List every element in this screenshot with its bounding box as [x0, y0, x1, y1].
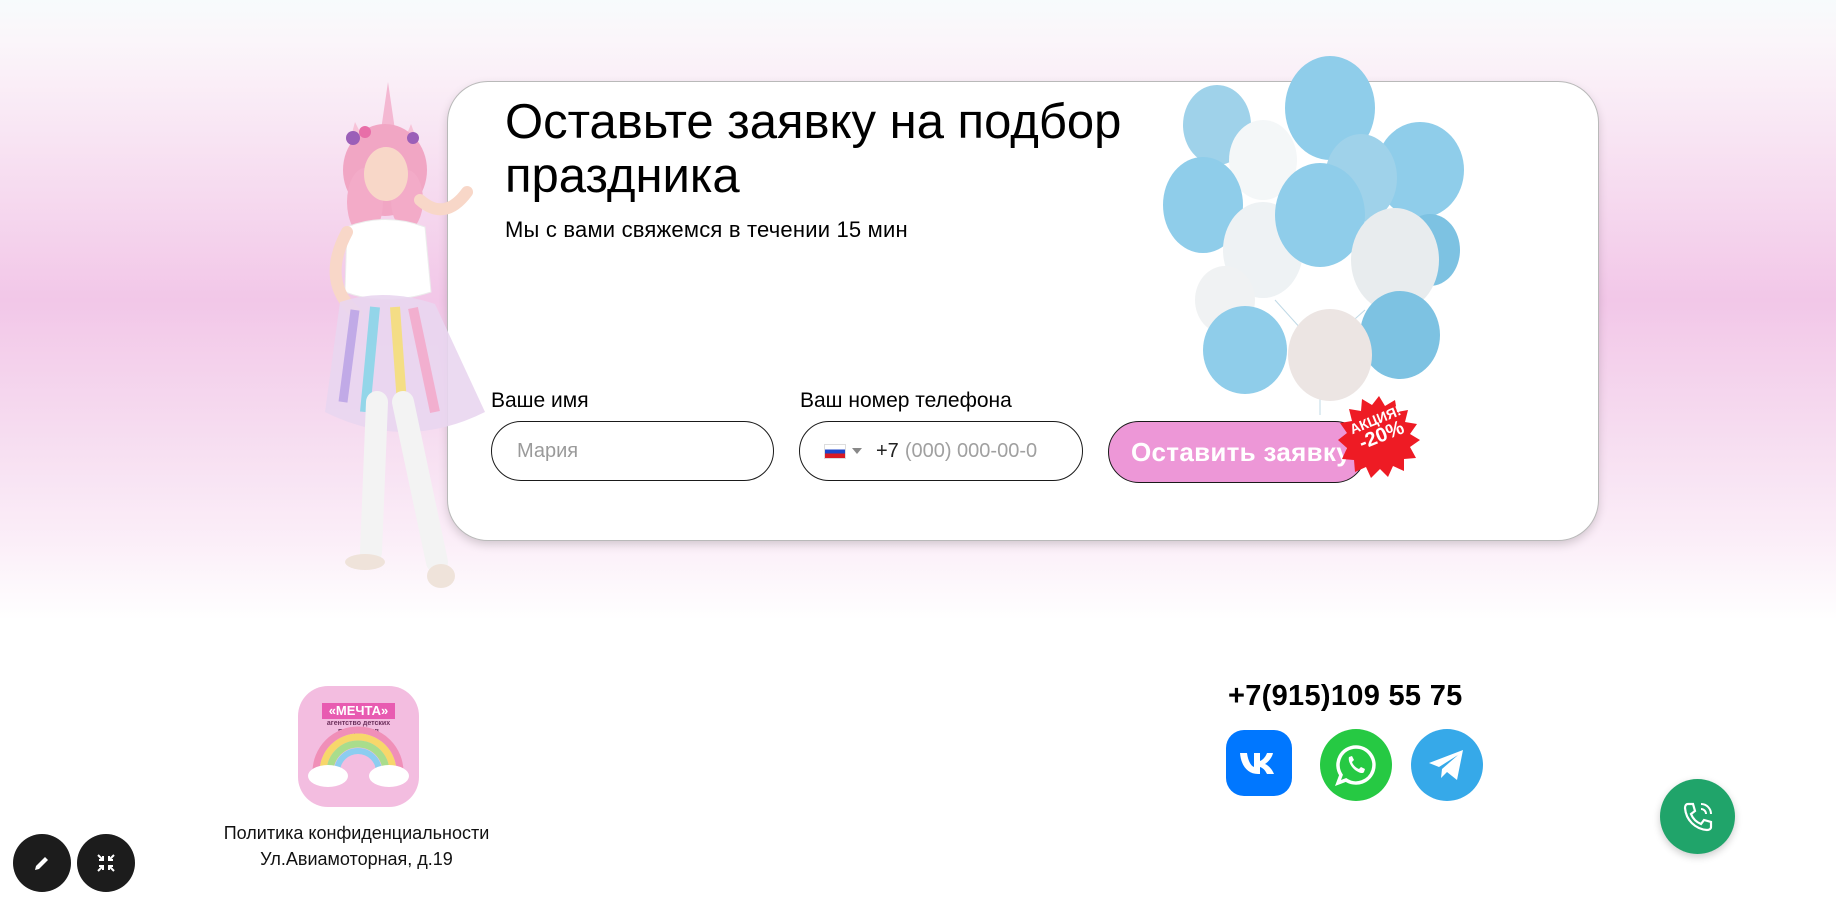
collapse-button[interactable] [77, 834, 135, 892]
vk-icon [1240, 753, 1274, 774]
name-field-label: Ваше имя [491, 389, 589, 412]
whatsapp-icon [1335, 745, 1376, 786]
submit-request-button[interactable]: Оставить заявку [1108, 421, 1366, 483]
whatsapp-link[interactable] [1320, 729, 1392, 801]
chevron-down-icon[interactable] [852, 448, 862, 454]
form-title: Оставьте заявку на подбор праздника [505, 95, 1122, 203]
privacy-policy-link[interactable]: Политика конфиденциальности [200, 823, 513, 844]
address-text: Ул.Авиамоторная, д.19 [260, 849, 453, 869]
vk-link[interactable] [1226, 730, 1292, 796]
phone-call-icon [1683, 802, 1712, 831]
pencil-icon [35, 857, 48, 870]
russia-flag-icon[interactable] [824, 443, 846, 459]
edit-button[interactable] [13, 834, 71, 892]
name-input[interactable] [491, 421, 774, 481]
rainbow-icon [308, 726, 409, 787]
collapse-icon [97, 854, 115, 872]
telegram-icon [1429, 750, 1463, 780]
telegram-link[interactable] [1411, 729, 1483, 801]
call-button[interactable] [1660, 779, 1735, 854]
form-subtitle: Мы с вами свяжемся в течении 15 мин [505, 217, 908, 242]
unicorn-costume-girl-image [325, 82, 485, 588]
phone-input[interactable]: +7 (000) 000-00-0 [799, 421, 1083, 481]
phone-number-link[interactable]: +7(915)109 55 75 [1228, 680, 1463, 713]
phone-placeholder[interactable]: (000) 000-00-0 [905, 440, 1037, 463]
phone-field-label: Ваш номер телефона [800, 389, 1012, 412]
phone-prefix: +7 [876, 439, 899, 462]
agency-logo[interactable]: «МЕЧТА» агентство детских праздников [298, 686, 419, 807]
